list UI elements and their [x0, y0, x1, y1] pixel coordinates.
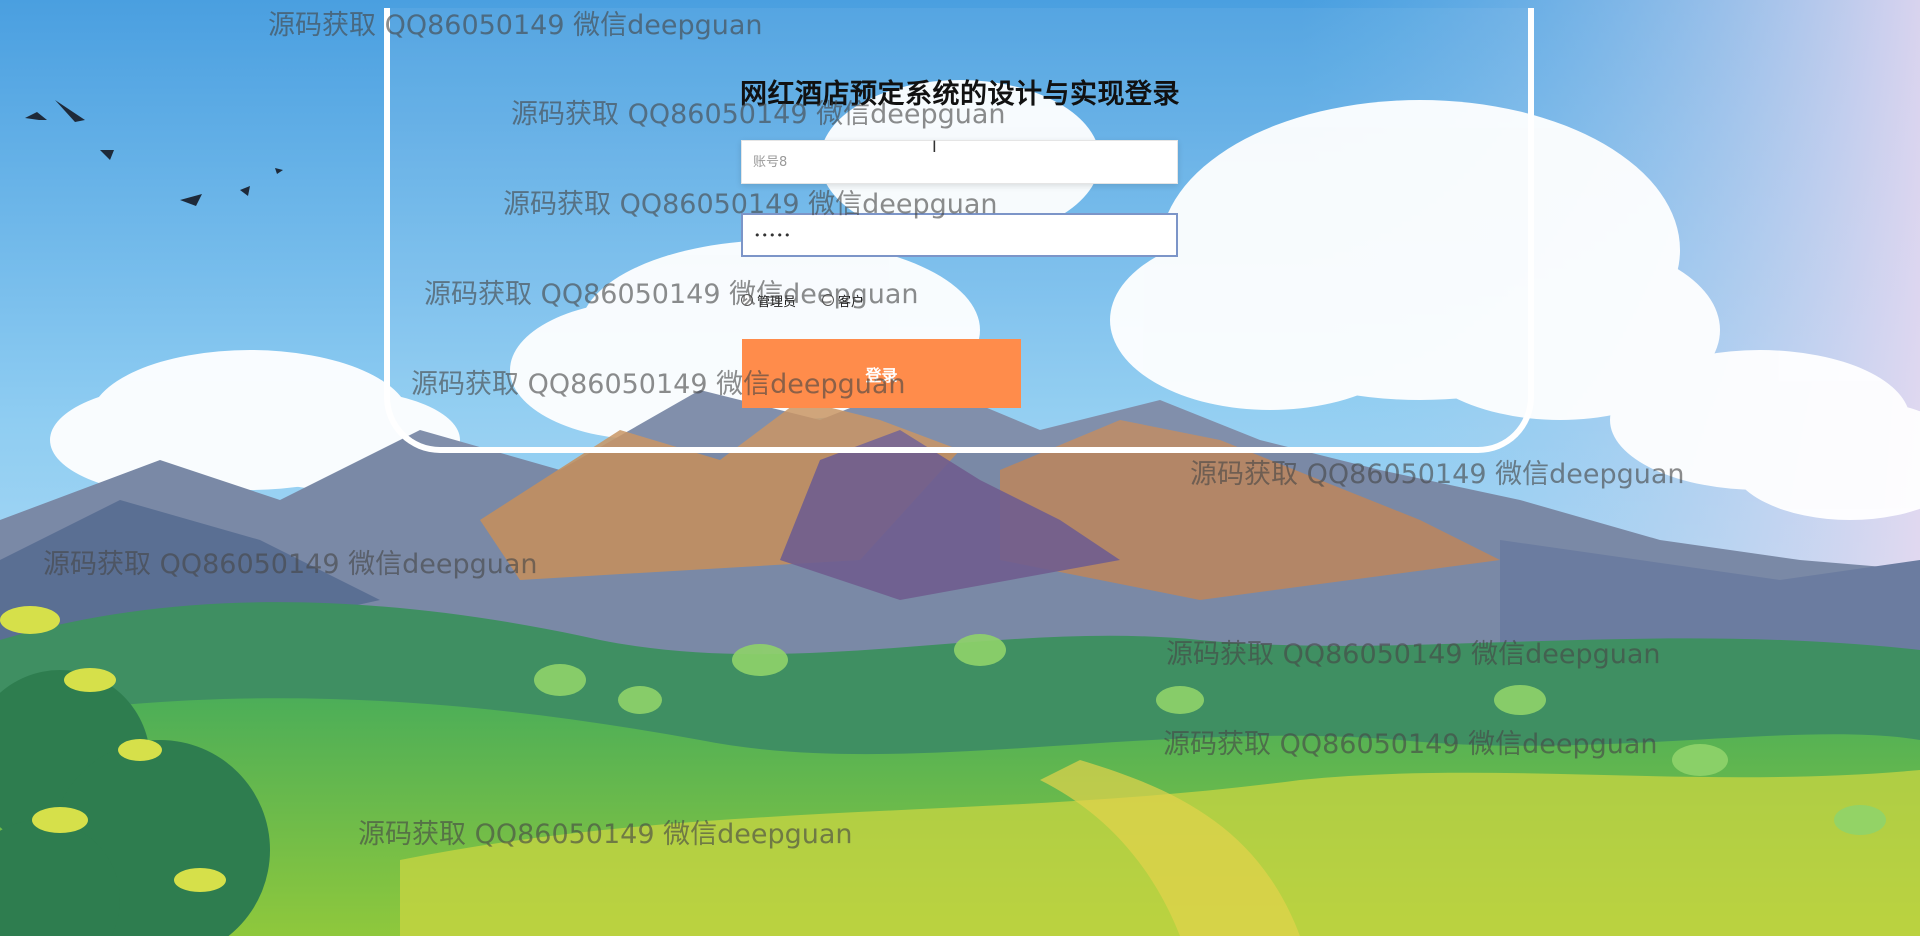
page-title: 网红酒店预定系统的设计与实现登录	[740, 79, 1180, 110]
role-option-admin[interactable]: 管理员	[741, 290, 796, 310]
login-button[interactable]: 登录	[742, 339, 1021, 408]
role-option-label: 管理员	[757, 294, 797, 310]
text-cursor-icon: I	[932, 137, 937, 156]
radio-icon[interactable]	[741, 294, 753, 306]
role-option-customer[interactable]: 客户	[822, 290, 864, 310]
radio-icon[interactable]	[822, 294, 835, 306]
password-input[interactable]	[741, 213, 1178, 257]
role-radio-group: 管理员 客户	[741, 290, 864, 310]
role-option-label: 客户	[838, 294, 865, 310]
username-input[interactable]	[741, 140, 1178, 184]
